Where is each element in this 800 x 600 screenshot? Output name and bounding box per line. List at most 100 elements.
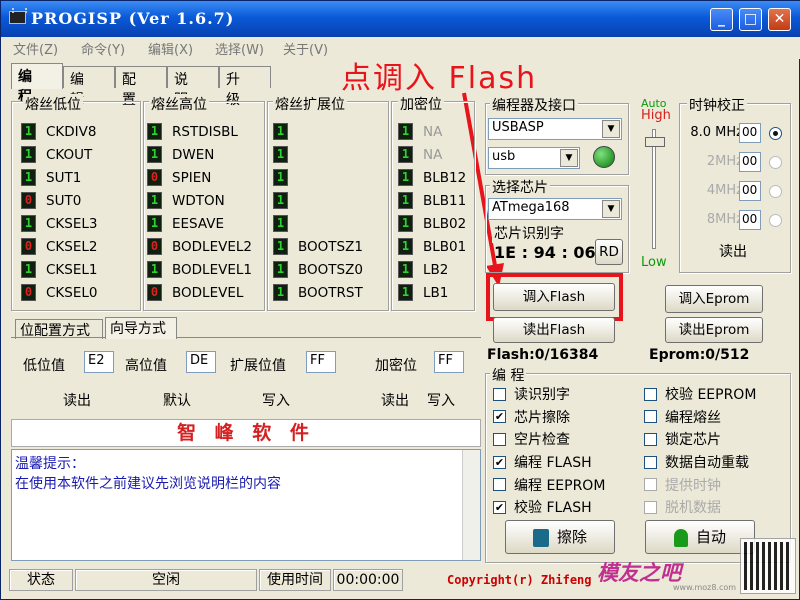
- fuse-bit-toggle[interactable]: 1: [21, 123, 36, 140]
- program-option[interactable]: 校验 EEPROM: [644, 383, 756, 406]
- checkbox[interactable]: [644, 410, 657, 424]
- checkbox[interactable]: ✔: [493, 410, 506, 424]
- fuse-bit-toggle[interactable]: 0: [147, 284, 162, 301]
- fuse-bit-toggle[interactable]: 1: [273, 123, 288, 140]
- checkbox[interactable]: [644, 387, 657, 401]
- fuse-bit-toggle[interactable]: 1: [273, 215, 288, 232]
- read-eprom-button[interactable]: 读出Eprom: [665, 317, 763, 343]
- program-option[interactable]: 提供时钟: [644, 473, 756, 496]
- clock-radio[interactable]: [769, 214, 782, 227]
- chevron-down-icon[interactable]: ▼: [602, 200, 620, 218]
- log-scrollbar[interactable]: [462, 450, 480, 560]
- program-option[interactable]: 锁定芯片: [644, 428, 756, 451]
- menu-edit[interactable]: 编辑(X): [148, 39, 193, 58]
- maximize-button[interactable]: □: [739, 8, 762, 31]
- fuse-bit-toggle[interactable]: 1: [147, 192, 162, 209]
- fuse-bit-toggle[interactable]: 1: [398, 169, 413, 186]
- read-lock-button[interactable]: 读出: [381, 390, 409, 410]
- fuse-bit-toggle[interactable]: 1: [398, 215, 413, 232]
- checkbox[interactable]: [493, 432, 506, 446]
- read-clock-button[interactable]: 读出: [719, 241, 747, 261]
- read-id-button[interactable]: RD: [595, 239, 623, 265]
- close-button[interactable]: ✕: [768, 8, 791, 31]
- program-option[interactable]: 编程熔丝: [644, 406, 756, 429]
- checkbox[interactable]: ✔: [493, 500, 506, 514]
- checkbox[interactable]: [644, 432, 657, 446]
- fuse-bit-toggle[interactable]: 0: [21, 192, 36, 209]
- tab-upgrade[interactable]: 升 级: [219, 66, 271, 108]
- fuse-bit-toggle[interactable]: 1: [273, 284, 288, 301]
- fuse-bit-toggle[interactable]: 1: [147, 146, 162, 163]
- fuse-bit-toggle[interactable]: 1: [273, 146, 288, 163]
- clock-radio[interactable]: [769, 127, 782, 140]
- speed-slider-handle[interactable]: [645, 137, 665, 147]
- fuse-bit-toggle[interactable]: 1: [398, 238, 413, 255]
- fuse-bit-toggle[interactable]: 1: [398, 192, 413, 209]
- clock-value-field[interactable]: 00: [739, 181, 761, 201]
- clock-value-field[interactable]: 00: [739, 210, 761, 230]
- checkbox[interactable]: [644, 500, 657, 514]
- checkbox[interactable]: [644, 455, 657, 469]
- default-fuse-button[interactable]: 默认: [163, 390, 191, 410]
- read-fuse-button[interactable]: 读出: [63, 390, 91, 410]
- fuse-bit-toggle[interactable]: 1: [21, 169, 36, 186]
- chevron-down-icon[interactable]: ▼: [602, 120, 620, 138]
- program-option[interactable]: 脱机数据: [644, 496, 756, 519]
- fuse-bit-toggle[interactable]: 0: [147, 169, 162, 186]
- checkbox[interactable]: [493, 478, 506, 492]
- write-fuse-button[interactable]: 写入: [262, 390, 290, 410]
- lock-value-field[interactable]: FF: [434, 351, 464, 373]
- clock-value-field[interactable]: 00: [739, 152, 761, 172]
- tab-program[interactable]: 编 程: [11, 63, 63, 105]
- fuse-bit-toggle[interactable]: 0: [147, 238, 162, 255]
- tab-bit-config[interactable]: 位配置方式: [15, 319, 103, 339]
- read-flash-button[interactable]: 读出Flash: [493, 317, 615, 343]
- ext-value-field[interactable]: FF: [306, 351, 336, 373]
- fuse-bit-toggle[interactable]: 1: [21, 261, 36, 278]
- speed-slider-track[interactable]: [652, 129, 656, 249]
- fuse-bit-toggle[interactable]: 1: [147, 215, 162, 232]
- fuse-bit-toggle[interactable]: 1: [147, 261, 162, 278]
- fuse-bit-toggle[interactable]: 1: [398, 146, 413, 163]
- clock-value-field[interactable]: 00: [739, 123, 761, 143]
- clock-radio[interactable]: [769, 185, 782, 198]
- fuse-bit-toggle[interactable]: 1: [398, 284, 413, 301]
- erase-button[interactable]: 擦除: [505, 520, 615, 554]
- tab-help[interactable]: 说 明: [167, 66, 219, 108]
- load-eprom-button[interactable]: 调入Eprom: [665, 285, 763, 313]
- high-value-field[interactable]: DE: [186, 351, 216, 373]
- checkbox[interactable]: ✔: [493, 455, 506, 469]
- minimize-button[interactable]: _: [710, 8, 733, 31]
- program-option[interactable]: 数据自动重载: [644, 451, 756, 474]
- fuse-bit-toggle[interactable]: 1: [21, 215, 36, 232]
- program-option[interactable]: ✔ 校验 FLASH: [493, 496, 605, 519]
- menu-command[interactable]: 命令(Y): [81, 39, 125, 58]
- menu-select[interactable]: 选择(W): [215, 39, 264, 58]
- low-value-field[interactable]: E2: [84, 351, 114, 373]
- fuse-bit-toggle[interactable]: 1: [273, 192, 288, 209]
- tab-wizard[interactable]: 向导方式: [105, 317, 177, 339]
- fuse-bit-toggle[interactable]: 1: [398, 261, 413, 278]
- fuse-bit-toggle[interactable]: 1: [273, 238, 288, 255]
- program-option[interactable]: ✔ 芯片擦除: [493, 406, 605, 429]
- program-option[interactable]: 编程 EEPROM: [493, 473, 605, 496]
- auto-button[interactable]: 自动: [645, 520, 755, 554]
- tab-config[interactable]: 配 置: [115, 66, 167, 108]
- menu-file[interactable]: 文件(Z): [13, 39, 58, 58]
- chevron-down-icon[interactable]: ▼: [560, 149, 578, 167]
- fuse-bit-toggle[interactable]: 1: [398, 123, 413, 140]
- program-option[interactable]: 读识别字: [493, 383, 605, 406]
- tab-edit[interactable]: 编 辑: [63, 66, 115, 108]
- program-option[interactable]: ✔ 编程 FLASH: [493, 451, 605, 474]
- fuse-bit-toggle[interactable]: 1: [273, 261, 288, 278]
- fuse-bit-toggle[interactable]: 0: [21, 238, 36, 255]
- clock-radio[interactable]: [769, 156, 782, 169]
- fuse-bit-toggle[interactable]: 1: [21, 146, 36, 163]
- fuse-bit-toggle[interactable]: 1: [147, 123, 162, 140]
- fuse-bit-toggle[interactable]: 1: [273, 169, 288, 186]
- write-lock-button[interactable]: 写入: [427, 390, 455, 410]
- fuse-bit-toggle[interactable]: 0: [21, 284, 36, 301]
- program-option[interactable]: 空片检查: [493, 428, 605, 451]
- checkbox[interactable]: [493, 387, 506, 401]
- menu-about[interactable]: 关于(V): [283, 39, 328, 58]
